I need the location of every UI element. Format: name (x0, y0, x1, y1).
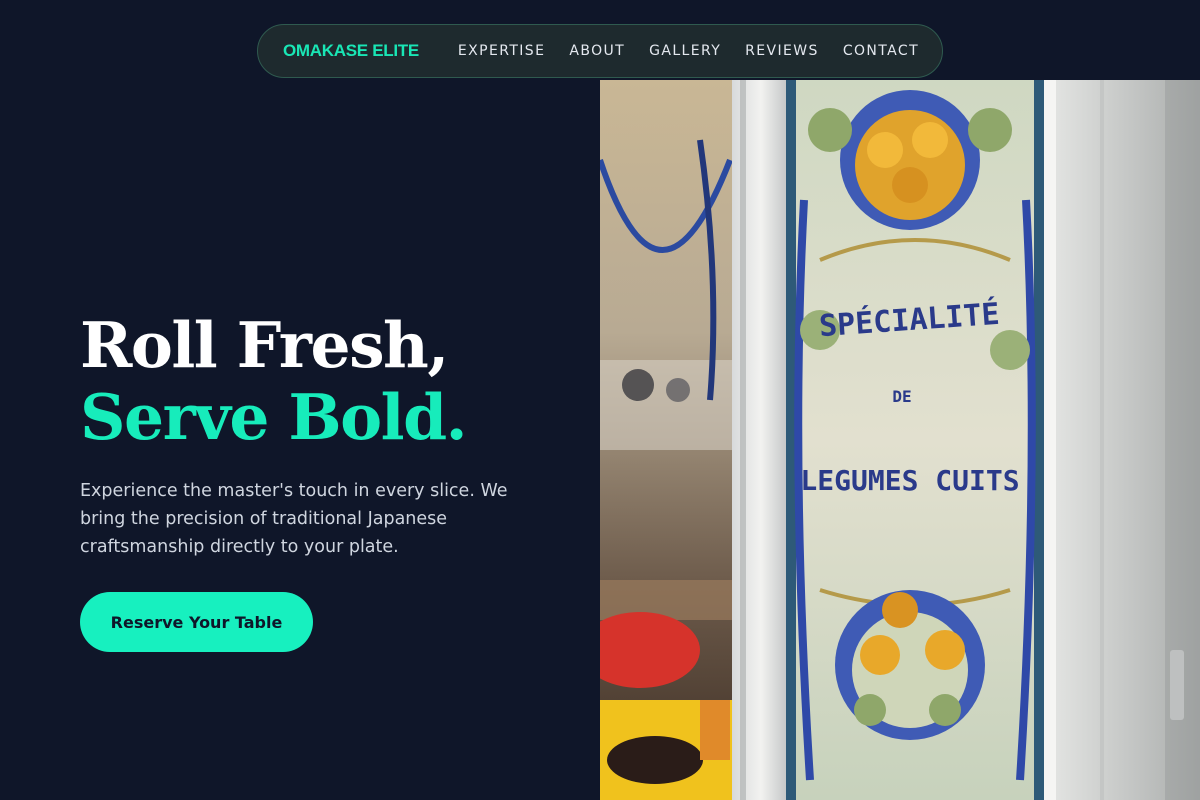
nav-links: EXPERTISE ABOUT GALLERY REVIEWS CONTACT (458, 43, 919, 59)
nav-link-reviews[interactable]: REVIEWS (745, 43, 819, 59)
top-navigation: OMAKASE ELITE EXPERTISE ABOUT GALLERY RE… (257, 24, 943, 78)
hero-title-line-2: Serve Bold. (80, 380, 468, 454)
nav-link-contact[interactable]: CONTACT (843, 43, 919, 59)
hero-subtitle: Experience the master's touch in every s… (80, 481, 508, 557)
shop-sign-illustration: SPÉCIALITÉ DE LEGUMES CUITS (600, 80, 1200, 800)
sign-text-line-3: LEGUMES CUITS (800, 464, 1019, 497)
brand-logo[interactable]: OMAKASE ELITE (283, 41, 419, 61)
nav-link-expertise[interactable]: EXPERTISE (458, 43, 545, 59)
hero-title: Roll Fresh, Serve Bold. (80, 308, 468, 454)
reserve-table-button[interactable]: Reserve Your Table (80, 592, 313, 652)
nav-link-gallery[interactable]: GALLERY (649, 43, 721, 59)
hero-photo: SPÉCIALITÉ DE LEGUMES CUITS (600, 80, 1200, 800)
sign-text-line-2: DE (892, 387, 911, 406)
hero-title-line-1: Roll Fresh, (80, 308, 449, 382)
nav-link-about[interactable]: ABOUT (569, 43, 625, 59)
